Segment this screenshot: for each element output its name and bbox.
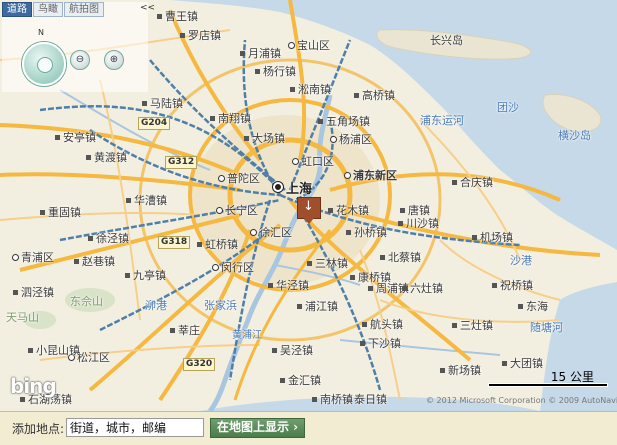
map-canvas[interactable]: 曹王镇 罗店镇 宝山区 月浦镇 长兴岛 杨行镇 淞南镇 高桥镇 马陆镇 五角场镇… <box>0 0 617 411</box>
place-label: 九亭镇 <box>125 270 166 282</box>
water-label: 张家浜 <box>204 299 237 312</box>
place-label: 月浦镇 <box>240 48 281 60</box>
place-label: 华漕镇 <box>126 195 167 207</box>
north-label: N <box>38 28 44 37</box>
highway-shield: G320 <box>183 358 216 371</box>
place-label: 莘庄 <box>170 325 200 337</box>
place-label: 三林镇 <box>307 258 348 270</box>
place-label: 曹王镇 <box>157 11 198 23</box>
tab-aerial[interactable]: 航拍图 <box>64 2 104 17</box>
place-label: 小昆山镇 <box>28 345 80 357</box>
add-location-bar: 添加地点: 在地图上显示 › <box>0 411 617 445</box>
zoom-in-button[interactable]: ⊕ <box>104 50 124 70</box>
place-label: 金汇镇 <box>280 375 321 387</box>
place-label: 高桥镇 <box>354 90 395 102</box>
zoom-out-button[interactable]: ⊖ <box>70 50 90 70</box>
place-label: 机场镇 <box>472 232 513 244</box>
tab-birdseye[interactable]: 鸟瞰 <box>33 2 63 17</box>
place-label: 东海 <box>518 301 548 313</box>
place-label: 宝山区 <box>288 40 330 52</box>
place-label: 浦东新区 <box>344 170 397 182</box>
highway-shield: G204 <box>138 117 171 130</box>
place-label: 虹桥镇 <box>197 239 238 251</box>
park-label: 天马山 <box>6 311 39 324</box>
scale-bar: 15 公里 <box>488 368 608 387</box>
place-label: 新场镇 <box>440 365 481 377</box>
place-label: 长兴岛 <box>430 34 463 47</box>
copyright-text: © 2012 Microsoft Corporation © 2009 Auto… <box>426 396 617 405</box>
place-label: 华泾镇 <box>268 280 309 292</box>
collapse-button[interactable]: << <box>140 3 155 13</box>
map-navigation-control: 道路 鸟瞰 航拍图 << N ⊖ ⊕ <box>2 2 155 92</box>
place-label: 长宁区 <box>216 205 258 217</box>
compass-pan-icon[interactable] <box>22 42 66 86</box>
place-label: 大场镇 <box>244 133 285 145</box>
city-label: 上海 <box>273 182 312 196</box>
place-label: 下沙镇 <box>360 338 401 350</box>
water-label: 泖港 <box>145 299 167 312</box>
place-label: 泗泾镇 <box>13 287 54 299</box>
place-label: 安亭镇 <box>55 132 96 144</box>
park-label: 东佘山 <box>70 295 103 308</box>
place-label: 合庆镇 <box>452 177 493 189</box>
water-label: 横沙岛 <box>558 129 591 142</box>
water-label: 浦东运河 <box>420 114 464 127</box>
show-on-map-button[interactable]: 在地图上显示 › <box>210 418 306 438</box>
place-label: 五角场镇 <box>318 116 370 128</box>
add-location-label: 添加地点: <box>12 422 65 436</box>
place-label: 杨行镇 <box>255 66 296 78</box>
place-label: 北蔡镇 <box>380 252 421 264</box>
place-label: 徐汇区 <box>250 227 292 239</box>
place-label: 六灶镇 <box>402 283 443 295</box>
place-label: 祝桥镇 <box>492 280 533 292</box>
place-label: 虹口区 <box>292 156 334 168</box>
scale-line <box>488 383 608 387</box>
place-label: 赵巷镇 <box>74 256 115 268</box>
place-label: 青浦区 <box>12 252 54 264</box>
water-label: 团沙 <box>497 101 519 114</box>
place-label: 南翔镇 <box>210 113 251 125</box>
place-label: 航头镇 <box>362 319 403 331</box>
place-label: 花木镇 <box>328 205 369 217</box>
place-label: 重固镇 <box>40 207 81 219</box>
bing-logo: bing <box>10 374 57 398</box>
place-label: 孙桥镇 <box>346 227 387 239</box>
water-label: 沙港 <box>510 254 532 267</box>
location-pin-icon[interactable]: ↓ <box>297 197 321 224</box>
place-label: 徐泾镇 <box>88 233 129 245</box>
place-label: 罗店镇 <box>180 30 221 42</box>
place-label: 三灶镇 <box>452 320 493 332</box>
address-input[interactable] <box>66 418 204 437</box>
place-label: 普陀区 <box>218 173 260 185</box>
place-label: 黄渡镇 <box>86 152 127 164</box>
water-label: 黄浦江 <box>232 330 262 341</box>
place-label: 闵行区 <box>212 262 254 274</box>
highway-shield: G312 <box>165 156 198 169</box>
compass-center[interactable] <box>37 57 53 73</box>
place-label: 吴泾镇 <box>272 345 313 357</box>
place-label: 南桥镇 <box>312 394 353 406</box>
water-label: 随塘河 <box>530 321 563 334</box>
map-style-tabs: 道路 鸟瞰 航拍图 <box>2 2 105 17</box>
tab-road[interactable]: 道路 <box>2 2 32 17</box>
place-label: 淞南镇 <box>290 84 331 96</box>
place-label: 杨浦区 <box>330 134 372 146</box>
place-label: 川沙镇 <box>398 218 439 230</box>
highway-shield: G318 <box>158 236 191 249</box>
place-label: 唐镇 <box>400 205 430 217</box>
place-label: 马陆镇 <box>142 98 183 110</box>
place-label: 浦江镇 <box>297 301 338 313</box>
